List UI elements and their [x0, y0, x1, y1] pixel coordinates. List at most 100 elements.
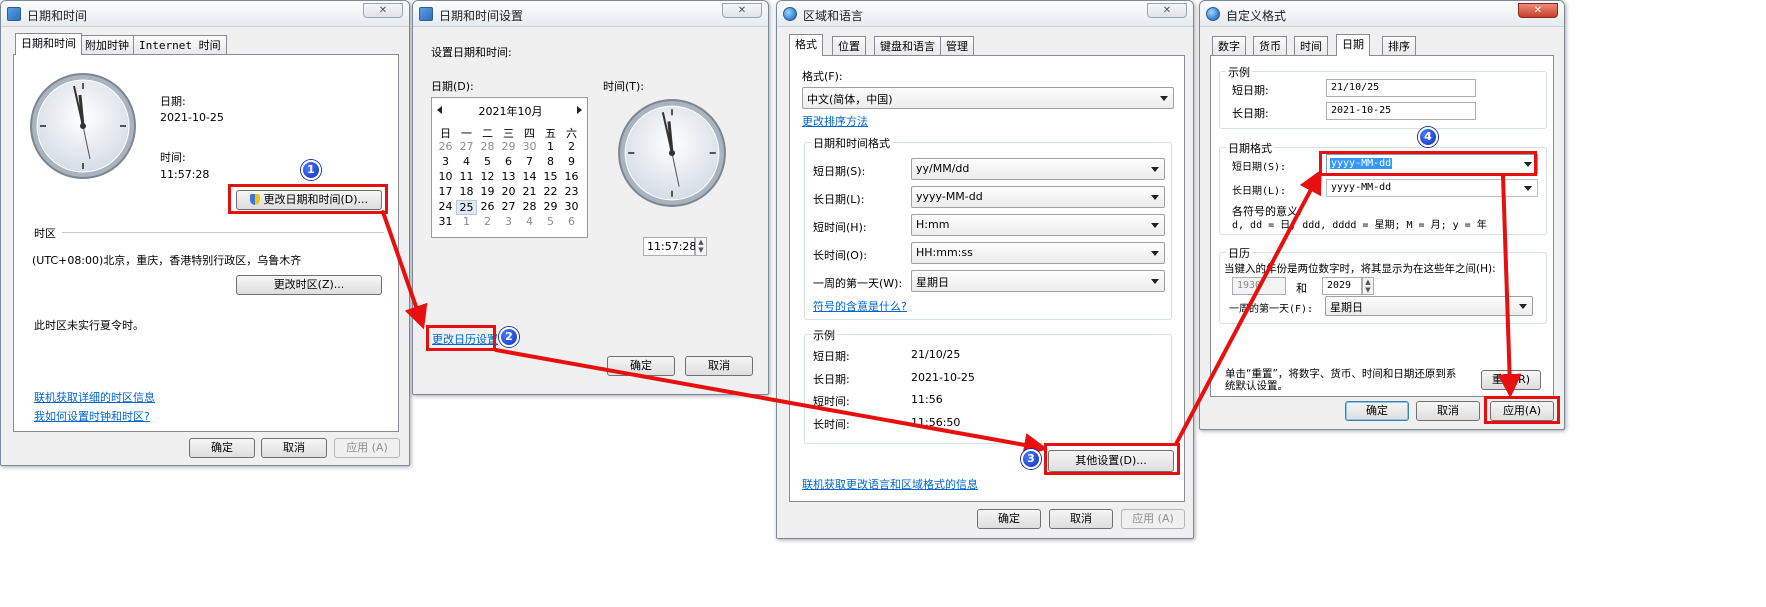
calendar-day[interactable]: 9: [561, 155, 582, 170]
calendar-day[interactable]: 2: [477, 215, 498, 230]
ok-button[interactable]: 确定: [1345, 401, 1409, 421]
date-label: 日期(D):: [431, 80, 474, 93]
first-day-select[interactable]: 星期日: [1325, 296, 1533, 316]
calendar-day[interactable]: 19: [477, 185, 498, 200]
calendar-day[interactable]: 26: [477, 200, 498, 215]
calendar-day[interactable]: 29: [540, 200, 561, 215]
format-select[interactable]: 中文(简体，中国): [802, 87, 1174, 109]
example-group: 示例 短日期: 21/10/25 长日期: 2021-10-25: [1219, 64, 1547, 129]
titlebar[interactable]: 日期和时间 ✕: [1, 1, 409, 27]
calendar-day[interactable]: 29: [498, 140, 519, 155]
long-date-select[interactable]: yyyy-MM-dd: [911, 186, 1165, 208]
calendar-day[interactable]: 3: [435, 155, 456, 170]
calendar-day[interactable]: 23: [561, 185, 582, 200]
calendar-day[interactable]: 10: [435, 170, 456, 185]
reset-button[interactable]: 重置(R): [1481, 370, 1541, 390]
sort-link[interactable]: 更改排序方法: [802, 113, 868, 129]
howto-link[interactable]: 我如何设置时钟和时区?: [34, 408, 150, 424]
titlebar[interactable]: 区域和语言 ✕: [777, 1, 1193, 27]
long-time-select[interactable]: HH:mm:ss: [911, 242, 1165, 264]
cancel-button[interactable]: 取消: [261, 438, 327, 458]
calendar-day[interactable]: 12: [477, 170, 498, 185]
step-badge-1: 1: [301, 160, 321, 180]
calendar-day[interactable]: 11: [456, 170, 477, 185]
calendar-day[interactable]: 2: [561, 140, 582, 155]
tab-location[interactable]: 位置: [832, 36, 866, 56]
chevron-down-icon: [1519, 304, 1527, 309]
calendar-day[interactable]: 28: [519, 200, 540, 215]
close-button[interactable]: ✕: [1147, 3, 1187, 18]
tab-time[interactable]: 时间: [1294, 36, 1328, 56]
cancel-button[interactable]: 取消: [1416, 401, 1480, 421]
step-badge-3: 3: [1021, 449, 1041, 469]
calendar-day[interactable]: 14: [519, 170, 540, 185]
calendar-day[interactable]: 21: [519, 185, 540, 200]
tab-internet-time[interactable]: Internet 时间: [133, 35, 227, 55]
year-spinner[interactable]: ▲ ▼: [1362, 277, 1374, 295]
symbol-meaning-link[interactable]: 符号的含意是什么?: [813, 298, 907, 314]
titlebar[interactable]: 自定义格式 ✕: [1200, 1, 1564, 27]
online-format-link[interactable]: 联机获取更改语言和区域格式的信息: [802, 476, 978, 492]
calendar-day[interactable]: 27: [498, 200, 519, 215]
calendar-day[interactable]: 1: [540, 140, 561, 155]
calendar-day[interactable]: 13: [498, 170, 519, 185]
cancel-button[interactable]: 取消: [1049, 509, 1113, 529]
calendar-day[interactable]: 8: [540, 155, 561, 170]
short-date-label: 短日期(S):: [813, 165, 866, 178]
ok-button[interactable]: 确定: [977, 509, 1041, 529]
calendar-day[interactable]: 27: [456, 140, 477, 155]
calendar-day[interactable]: 16: [561, 170, 582, 185]
calendar-day[interactable]: 6: [561, 215, 582, 230]
tab-administrative[interactable]: 管理: [940, 36, 974, 56]
calendar-day[interactable]: 30: [561, 200, 582, 215]
short-date-select[interactable]: yy/MM/dd: [911, 158, 1165, 180]
tab-panel: 示例 短日期: 21/10/25 长日期: 2021-10-25 日期格式 短日…: [1210, 55, 1554, 397]
ok-button[interactable]: 确定: [607, 356, 675, 376]
tab-sorting[interactable]: 排序: [1382, 36, 1416, 56]
ok-button[interactable]: 确定: [189, 438, 255, 458]
change-timezone-button[interactable]: 更改时区(Z)...: [236, 275, 382, 295]
online-timezone-link[interactable]: 联机获取详细的时区信息: [34, 389, 155, 405]
calendar-day[interactable]: 28: [477, 140, 498, 155]
calendar-day[interactable]: 5: [477, 155, 498, 170]
close-button[interactable]: ✕: [722, 3, 762, 18]
calendar-day[interactable]: 31: [435, 215, 456, 230]
format-long-date-select[interactable]: yyyy-MM-dd: [1326, 179, 1538, 197]
tab-currency[interactable]: 货币: [1253, 36, 1287, 56]
calendar-day[interactable]: 30: [519, 140, 540, 155]
calendar-day[interactable]: 17: [435, 185, 456, 200]
first-day-select[interactable]: 星期日: [911, 270, 1165, 292]
tab-numbers[interactable]: 数字: [1212, 36, 1246, 56]
next-month-arrow-icon[interactable]: [577, 106, 582, 114]
calendar-day[interactable]: 1: [456, 215, 477, 230]
calendar-day[interactable]: 7: [519, 155, 540, 170]
tab-date[interactable]: 日期: [1336, 34, 1370, 56]
cancel-button[interactable]: 取消: [685, 356, 753, 376]
calendar-day[interactable]: 4: [519, 215, 540, 230]
calendar-day[interactable]: 22: [540, 185, 561, 200]
calendar-day[interactable]: 3: [498, 215, 519, 230]
time-spinner[interactable]: ▲ ▼: [695, 237, 707, 256]
calendar-day[interactable]: 15: [540, 170, 561, 185]
calendar-day[interactable]: 25: [456, 200, 477, 215]
apply-button[interactable]: 应用 (A): [1121, 509, 1185, 529]
calendar-day[interactable]: 18: [456, 185, 477, 200]
calendar-day[interactable]: 5: [540, 215, 561, 230]
tab-keyboard-language[interactable]: 键盘和语言: [874, 36, 941, 56]
short-time-select[interactable]: H:mm: [911, 214, 1165, 236]
tab-formats[interactable]: 格式: [789, 34, 823, 56]
year-to-field[interactable]: 2029: [1322, 277, 1362, 295]
titlebar[interactable]: 日期和时间设置 ✕: [413, 1, 768, 27]
tab-additional-clocks[interactable]: 附加时钟: [79, 35, 135, 55]
calendar-day[interactable]: 26: [435, 140, 456, 155]
close-button[interactable]: ✕: [1518, 3, 1558, 18]
apply-button[interactable]: 应用 (A): [334, 438, 400, 458]
calendar-month[interactable]: 2021年10月: [432, 103, 589, 119]
tab-datetime[interactable]: 日期和时间: [15, 33, 82, 55]
calendar-day[interactable]: 6: [498, 155, 519, 170]
calendar-day[interactable]: 24: [435, 200, 456, 215]
time-field[interactable]: 11:57:28: [643, 237, 696, 256]
calendar-day[interactable]: 4: [456, 155, 477, 170]
calendar-day[interactable]: 20: [498, 185, 519, 200]
close-button[interactable]: ✕: [363, 3, 403, 18]
